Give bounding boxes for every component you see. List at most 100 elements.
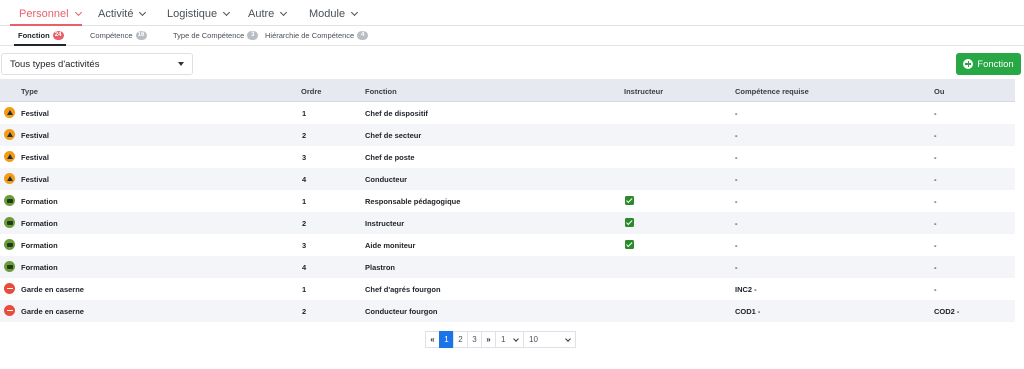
header-fonction[interactable]: Fonction [365, 87, 397, 96]
cell-competence-requise: COD1 - [735, 307, 761, 316]
formation-icon [4, 261, 15, 272]
nav-autre[interactable]: Autre [248, 8, 288, 20]
cell-type: Garde en caserne [21, 307, 84, 316]
cell-ou: - [934, 131, 937, 140]
page-1-button[interactable]: 1 [439, 331, 454, 348]
cell-fonction: Chef de dispositif [365, 109, 428, 118]
chevron-down-icon [139, 8, 147, 17]
active-nav-underline [10, 24, 82, 26]
plus-circle-icon [963, 59, 974, 69]
cell-competence-requise: - [735, 153, 738, 162]
tab-fonction-label: Fonction [18, 31, 50, 40]
nav-activite[interactable]: Activité [98, 8, 147, 20]
count-badge: 3 [247, 31, 259, 40]
count-badge: 4 [357, 31, 369, 40]
cell-ordre: 2 [302, 131, 307, 140]
garde-icon [4, 305, 15, 316]
table-row[interactable]: Formation 2 Instructeur - - [0, 212, 1015, 234]
chevron-down-icon [351, 8, 359, 17]
cell-type: Formation [21, 263, 58, 272]
tab-hierarchie-competence-label: Hiérarchie de Compétence [265, 31, 355, 40]
caret-down-icon [178, 62, 184, 66]
first-page-button[interactable]: « [425, 331, 440, 348]
cell-fonction: Chef de poste [365, 153, 415, 162]
last-page-button[interactable]: » [481, 331, 496, 348]
table-row[interactable]: Festival 1 Chef de dispositif - - [0, 102, 1015, 124]
cell-competence-requise: - [735, 241, 738, 250]
cell-ou: - [934, 241, 937, 250]
cell-ou: - [934, 263, 937, 272]
tab-type-competence-label: Type de Compétence [173, 31, 245, 40]
cell-ou: - [934, 109, 937, 118]
add-fonction-button[interactable]: Fonction [956, 53, 1021, 75]
festival-icon [4, 151, 15, 162]
festival-icon [4, 107, 15, 118]
table-row[interactable]: Garde en caserne 2 Conducteur fourgon COD1 … [0, 300, 1015, 322]
nav-module[interactable]: Module [309, 8, 359, 20]
page-2-button[interactable]: 2 [453, 331, 468, 348]
checkbox-checked-icon [625, 240, 634, 249]
cell-ou: - [934, 175, 937, 184]
cell-ordre: 1 [302, 285, 307, 294]
add-fonction-label: Fonction [977, 58, 1014, 70]
table-row[interactable]: Festival 2 Chef de secteur - - [0, 124, 1015, 146]
nav-activite-label: Activité [98, 8, 134, 20]
tab-type-competence[interactable]: Type de Compétence 3 [173, 31, 259, 40]
festival-icon [4, 129, 15, 140]
table-row[interactable]: Formation 1 Responsable pédagogique - - [0, 190, 1015, 212]
table-header: Type Ordre Fonction Instructeur Compéten… [0, 79, 1015, 102]
table-row[interactable]: Festival 4 Conducteur - - [0, 168, 1015, 190]
cell-type: Festival [21, 109, 49, 118]
cell-ordre: 4 [302, 175, 307, 184]
header-ou[interactable]: Ou [934, 87, 944, 96]
festival-icon [4, 173, 15, 184]
cell-ordre: 2 [302, 307, 307, 316]
cell-type: Festival [21, 175, 49, 184]
chevron-down-icon [74, 8, 82, 17]
table-row[interactable]: Formation 3 Aide moniteur - - [0, 234, 1015, 256]
nav-module-label: Module [309, 8, 346, 20]
cell-ou: - [934, 219, 937, 228]
activity-type-select[interactable]: Tous types d'activités [1, 53, 193, 75]
checkbox-checked-icon [625, 196, 634, 205]
table-row[interactable]: Formation 4 Plastron - - [0, 256, 1015, 278]
tab-competence-label: Compétence [90, 31, 133, 40]
cell-ordre: 1 [302, 109, 307, 118]
nav-personnel-label: Personnel [19, 8, 69, 20]
page-size-select[interactable]: 10 [523, 331, 576, 348]
garde-icon [4, 283, 15, 294]
nav-logistique-label: Logistique [167, 8, 218, 20]
cell-fonction: Chef d'agrés fourgon [365, 285, 441, 294]
header-competence-requise[interactable]: Compétence requise [735, 87, 809, 96]
cell-fonction: Conducteur [365, 175, 408, 184]
tab-fonction[interactable]: Fonction 24 [18, 31, 64, 40]
table-row[interactable]: Garde en caserne 1 Chef d'agrés fourgon INC… [0, 278, 1015, 300]
fonction-table: Type Ordre Fonction Instructeur Compéten… [0, 79, 1015, 322]
tab-hierarchie-competence[interactable]: Hiérarchie de Compétence 4 [265, 31, 369, 40]
cell-fonction: Plastron [365, 263, 396, 272]
table-row[interactable]: Festival 3 Chef de poste - - [0, 146, 1015, 168]
cell-type: Formation [21, 241, 58, 250]
count-badge: 16 [135, 31, 147, 40]
active-tab-underline [14, 44, 66, 46]
page-select[interactable]: 1 [495, 331, 524, 348]
header-ordre[interactable]: Ordre [301, 87, 321, 96]
nav-personnel[interactable]: Personnel [19, 8, 82, 20]
page-3-button[interactable]: 3 [467, 331, 482, 348]
tab-competence[interactable]: Compétence 16 [90, 31, 147, 40]
header-type[interactable]: Type [21, 87, 38, 96]
cell-competence-requise: - [735, 131, 738, 140]
formation-icon [4, 195, 15, 206]
cell-ou: - [934, 153, 937, 162]
chevron-down-icon [280, 8, 288, 17]
cell-ordre: 3 [302, 153, 307, 162]
cell-ou: - [934, 197, 937, 206]
cell-competence-requise: INC2 - [735, 285, 757, 294]
top-nav: Personnel Activité Logistique Autre Modu… [0, 0, 1024, 26]
header-instructeur[interactable]: Instructeur [624, 87, 663, 96]
nav-logistique[interactable]: Logistique [167, 8, 231, 20]
cell-fonction: Conducteur fourgon [365, 307, 438, 316]
cell-ordre: 1 [302, 197, 307, 206]
cell-ou: - [934, 285, 937, 294]
cell-type: Festival [21, 131, 49, 140]
